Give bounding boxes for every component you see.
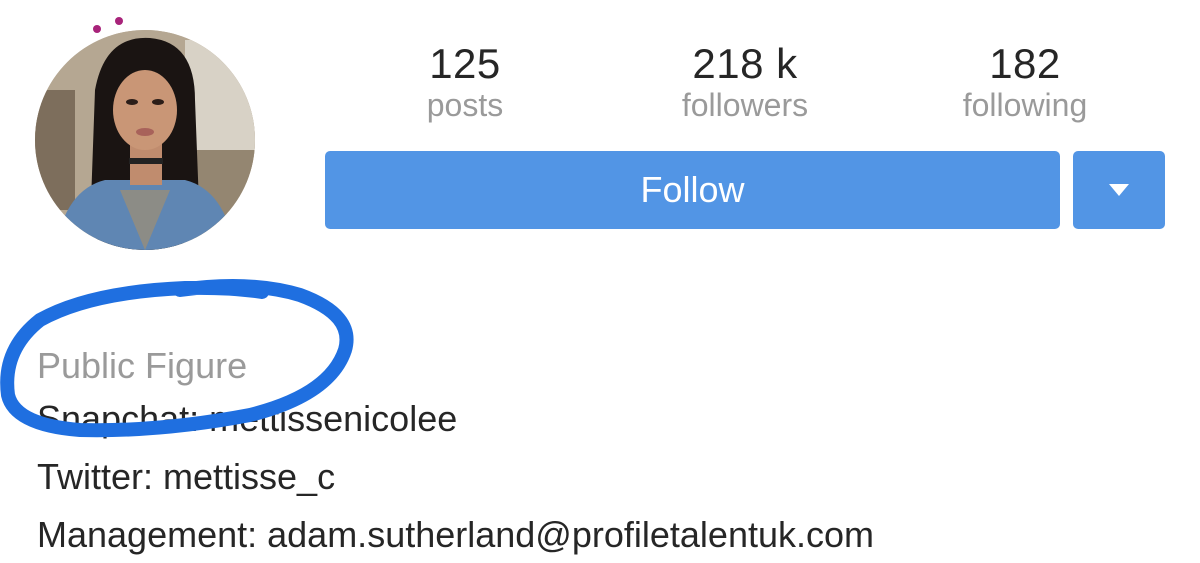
stat-following[interactable]: 182 following <box>905 40 1145 122</box>
profile-category: Public Figure <box>37 345 248 386</box>
follow-button[interactable]: Follow <box>325 151 1060 229</box>
bio-management-line[interactable]: Management: adam.sutherland@profiletalen… <box>37 514 874 556</box>
profile-header: 125 posts 218 k followers 182 following … <box>0 0 1200 563</box>
stat-posts[interactable]: 125 posts <box>345 40 585 122</box>
caret-down-icon <box>1109 184 1129 196</box>
bio-snapchat-line: Snapchat: mettissenicolee <box>37 398 458 439</box>
followers-count: 218 k <box>692 40 798 87</box>
story-dot <box>93 25 101 33</box>
story-dot <box>115 17 123 25</box>
posts-count: 125 <box>429 40 501 87</box>
following-count: 182 <box>989 40 1061 87</box>
suggestions-dropdown-button[interactable] <box>1073 151 1165 229</box>
profile-photo-icon <box>35 30 255 250</box>
stat-followers[interactable]: 218 k followers <box>625 40 865 122</box>
following-label: following <box>962 87 1088 123</box>
avatar[interactable] <box>35 30 255 250</box>
posts-label: posts <box>426 87 504 123</box>
bio-twitter-line: Twitter: mettisse_c <box>37 456 336 497</box>
followers-label: followers <box>681 87 809 123</box>
